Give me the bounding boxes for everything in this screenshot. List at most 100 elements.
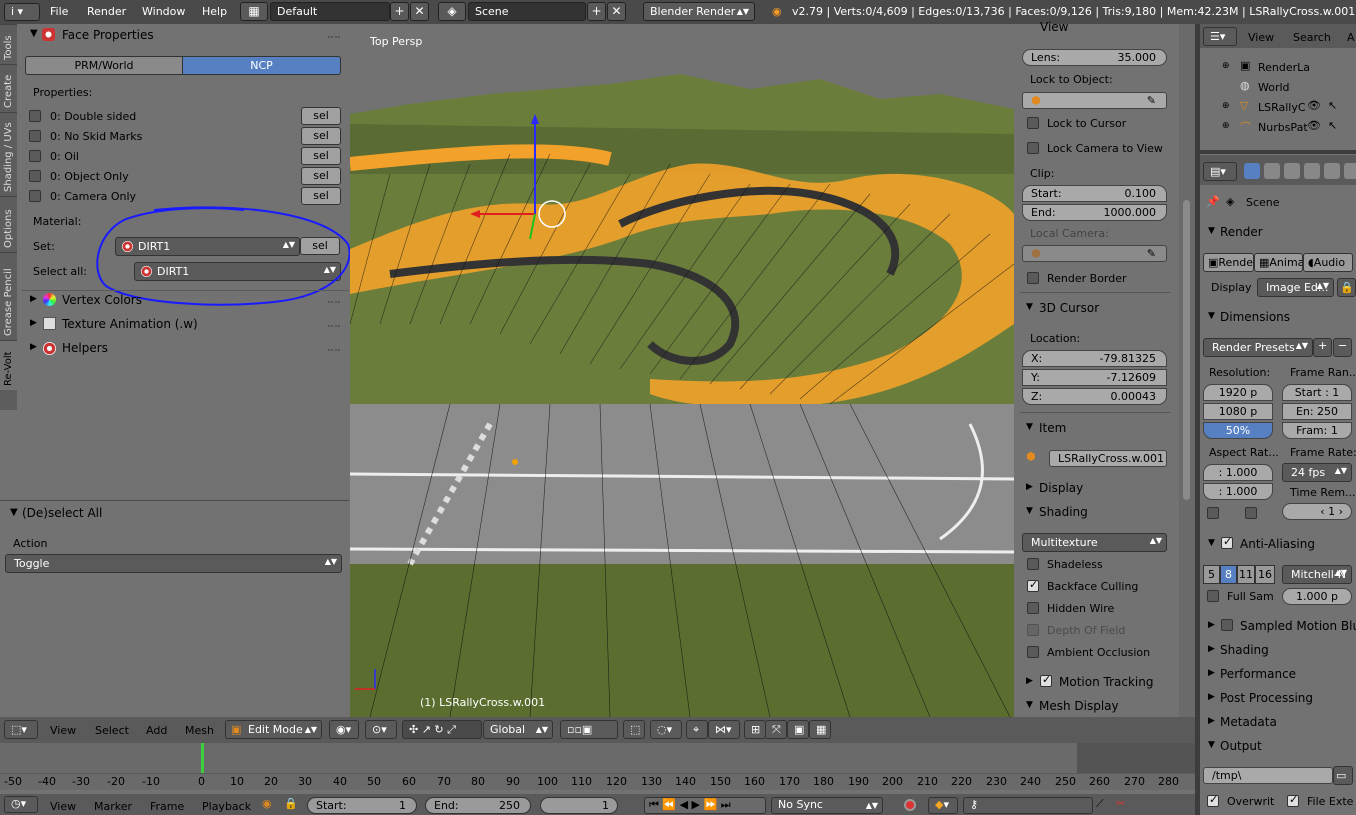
- outliner-item-world[interactable]: World: [1258, 81, 1290, 94]
- lock-interface-icon[interactable]: 🔒: [1337, 278, 1356, 297]
- expand-arrow-icon[interactable]: ▶: [1208, 644, 1215, 654]
- view-panel-title[interactable]: View: [1040, 20, 1068, 34]
- motion-tracking-checkbox[interactable]: [1040, 673, 1052, 687]
- orientation-dropdown[interactable]: Global ▲▼: [483, 720, 553, 739]
- resolution-percent-field[interactable]: 50%: [1203, 422, 1273, 439]
- shadeless-checkbox[interactable]: [1027, 558, 1039, 570]
- scene-field[interactable]: Scene: [468, 2, 586, 21]
- visibility-eye-icon[interactable]: 👁: [1307, 99, 1321, 112]
- occlude-icon[interactable]: ⬚: [623, 720, 645, 739]
- drag-handle-icon[interactable]: [328, 325, 340, 331]
- expand-arrow-icon[interactable]: ▶: [30, 294, 37, 304]
- render-image-button[interactable]: ▣Rende: [1203, 253, 1254, 272]
- aa-samples-11[interactable]: 11: [1237, 565, 1255, 584]
- aa-samples-16[interactable]: 16: [1255, 565, 1275, 584]
- resolution-x-field[interactable]: 1920 p: [1203, 384, 1273, 401]
- align-icon[interactable]: ⤧: [765, 720, 787, 739]
- frame-step-field[interactable]: Fram: 1: [1282, 422, 1352, 439]
- cursor-y-field[interactable]: Y: -7.12609: [1022, 369, 1167, 386]
- frame-rate-dropdown[interactable]: 24 fps ▲▼: [1282, 463, 1352, 482]
- collapse-arrow-icon[interactable]: ▼: [1208, 226, 1215, 236]
- tab-options[interactable]: Options: [0, 196, 17, 252]
- info-editor-icon[interactable]: i ▾: [4, 3, 40, 21]
- cursor-x-field[interactable]: X: -79.81325: [1022, 350, 1167, 367]
- 3d-cursor-title[interactable]: 3D Cursor: [1039, 301, 1099, 315]
- tab-re-volt[interactable]: Re-Volt: [0, 340, 17, 390]
- collapse-arrow-icon[interactable]: ▼: [10, 507, 18, 518]
- screen-layout-field[interactable]: Default: [270, 2, 390, 21]
- remove-preset-button[interactable]: −: [1333, 338, 1352, 357]
- anti-aliasing-title[interactable]: Anti-Aliasing: [1240, 537, 1315, 551]
- lock-camera-checkbox[interactable]: [1027, 142, 1039, 154]
- render-panel-title[interactable]: Render: [1220, 225, 1263, 239]
- object-only-sel-button[interactable]: sel: [301, 167, 341, 185]
- menu-render[interactable]: Render: [87, 5, 126, 18]
- remove-layout-button[interactable]: ✕: [410, 2, 429, 21]
- 3d-viewport[interactable]: Top Persp (1) LSRallyCross.w.001: [350, 24, 1014, 717]
- opengl-render-icon[interactable]: ▣: [787, 720, 809, 739]
- pivot-point-icon[interactable]: ⊙▾: [365, 720, 397, 739]
- prm-world-button[interactable]: PRM/World: [25, 56, 183, 75]
- aspect-y-field[interactable]: : 1.000: [1203, 483, 1273, 500]
- dimensions-title[interactable]: Dimensions: [1220, 310, 1290, 324]
- drag-handle-icon[interactable]: [328, 301, 340, 307]
- output-title[interactable]: Output: [1220, 739, 1262, 753]
- expand-icon[interactable]: ⊕: [1222, 61, 1230, 71]
- tab-create[interactable]: Create: [0, 64, 17, 112]
- constraints-tab-icon[interactable]: [1344, 163, 1356, 179]
- record-button-icon[interactable]: [904, 799, 916, 811]
- manipulator-buttons[interactable]: ✣ ↗ ↻ ⤢: [402, 720, 482, 739]
- render-presets-dropdown[interactable]: Render Presets ▲▼: [1203, 338, 1313, 357]
- hidden-wire-checkbox[interactable]: [1027, 602, 1039, 614]
- expand-arrow-icon[interactable]: ▶: [1208, 668, 1215, 678]
- 3d-view-editor-icon[interactable]: ⬚▾: [4, 720, 38, 739]
- insert-keyframe-icon[interactable]: ⟋: [1096, 797, 1104, 811]
- menu-file[interactable]: File: [50, 5, 68, 18]
- frame-end-field[interactable]: En: 250: [1282, 403, 1352, 420]
- collapse-arrow-icon[interactable]: ▼: [1026, 700, 1033, 710]
- layout-icon[interactable]: ▦: [240, 2, 268, 21]
- layers-icons[interactable]: ▫▫▣: [560, 720, 618, 739]
- display-dropdown[interactable]: Image Ed... ▲▼: [1257, 278, 1334, 297]
- resolution-y-field[interactable]: 1080 p: [1203, 403, 1273, 420]
- pin-icon[interactable]: 📌: [1206, 195, 1220, 208]
- double-sided-sel-button[interactable]: sel: [301, 107, 341, 125]
- outliner-menu-a[interactable]: A: [1347, 31, 1355, 44]
- render-tab-icon[interactable]: [1244, 163, 1260, 179]
- scene-tab-icon[interactable]: [1284, 163, 1300, 179]
- collapse-arrow-icon[interactable]: ▼: [1208, 311, 1215, 321]
- timeline-menu-marker[interactable]: Marker: [94, 800, 132, 813]
- delete-keyframe-icon[interactable]: ✂: [1116, 797, 1125, 810]
- item-title[interactable]: Item: [1039, 421, 1066, 435]
- add-layout-button[interactable]: +: [390, 2, 409, 21]
- shading-mode-dropdown[interactable]: Multitexture ▲▼: [1022, 533, 1167, 552]
- shading-title[interactable]: Shading: [1039, 505, 1088, 519]
- aspect-x-field[interactable]: : 1.000: [1203, 464, 1273, 481]
- render-animation-button[interactable]: ▦Anima: [1254, 253, 1303, 272]
- world-tab-icon[interactable]: [1304, 163, 1320, 179]
- expand-arrow-icon[interactable]: ▶: [1208, 692, 1215, 702]
- time-remap-field[interactable]: ‹ 1 ›: [1282, 503, 1352, 520]
- menu-window[interactable]: Window: [142, 5, 185, 18]
- keyframe-type-icon[interactable]: ◆▾: [928, 797, 958, 814]
- expand-arrow-icon[interactable]: ▶: [1026, 676, 1033, 686]
- shading-mode-icon[interactable]: ◉▾: [329, 720, 359, 739]
- motion-blur-checkbox[interactable]: [1221, 619, 1233, 631]
- motion-tracking-title[interactable]: Motion Tracking: [1059, 675, 1153, 689]
- timeline-menu-frame[interactable]: Frame: [150, 800, 184, 813]
- lock-to-cursor-checkbox[interactable]: [1027, 117, 1039, 129]
- cursor-z-field[interactable]: Z: 0.00043: [1022, 388, 1167, 405]
- file-extensions-checkbox[interactable]: [1287, 793, 1299, 807]
- camera-only-sel-button[interactable]: sel: [301, 187, 341, 205]
- select-cursor-icon[interactable]: ↖: [1328, 99, 1337, 112]
- collapse-arrow-icon[interactable]: ▼: [1026, 506, 1033, 516]
- no-skid-marks-checkbox[interactable]: [29, 130, 41, 142]
- action-dropdown[interactable]: Toggle ▲▼: [5, 554, 342, 573]
- mesh-display-title[interactable]: Mesh Display: [1039, 699, 1119, 713]
- output-path-field[interactable]: /tmp\: [1203, 767, 1333, 784]
- collapse-arrow-icon[interactable]: ▼: [1208, 740, 1215, 750]
- metadata-title[interactable]: Metadata: [1220, 715, 1277, 729]
- depth-of-field-checkbox[interactable]: [1027, 624, 1039, 636]
- shading-panel-title[interactable]: Shading: [1220, 643, 1269, 657]
- aa-samples-8[interactable]: 8: [1220, 565, 1237, 584]
